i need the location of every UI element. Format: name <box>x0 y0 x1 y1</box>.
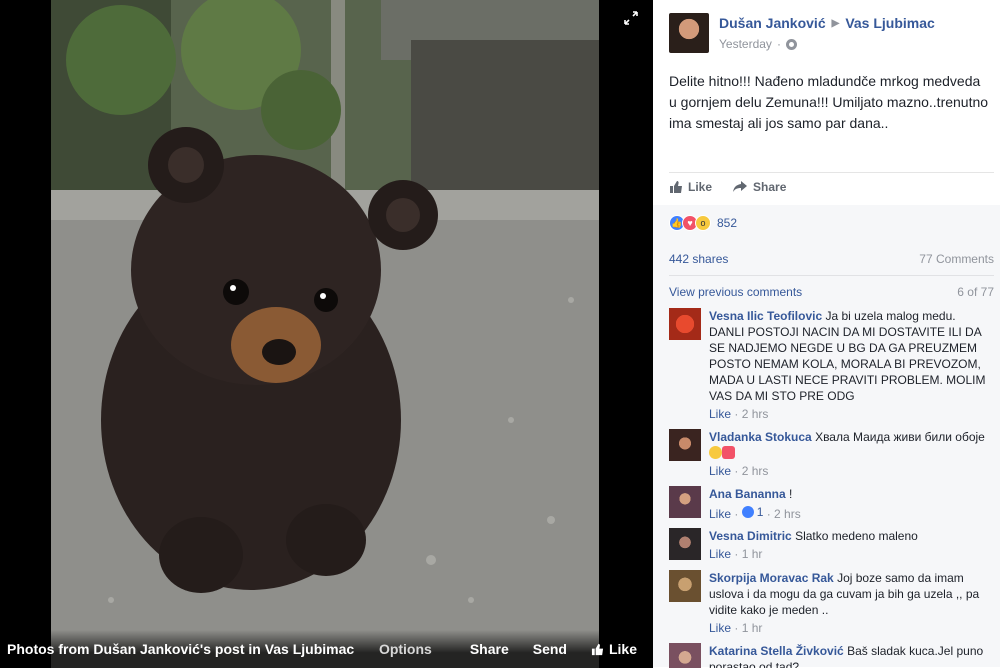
share-button[interactable]: Share <box>470 641 509 657</box>
view-previous-comments-link[interactable]: View previous comments <box>669 285 802 299</box>
avatar[interactable] <box>669 308 701 340</box>
comment-text: Хвала Маида живи били обоје <box>815 430 985 444</box>
avatar[interactable] <box>669 486 701 518</box>
avatar[interactable] <box>669 643 701 668</box>
comment-like-link[interactable]: Like <box>709 407 731 421</box>
comment-like-link[interactable]: Like <box>709 464 731 478</box>
thumbs-up-icon <box>670 181 682 193</box>
group-name[interactable]: Vas Ljubimac <box>845 15 934 31</box>
post-like-label: Like <box>688 180 713 194</box>
avatar[interactable] <box>669 570 701 602</box>
post-time[interactable]: Yesterday <box>719 37 772 51</box>
comment-item: Vladanka Stokuca Хвала Маида живи били о… <box>669 429 987 479</box>
globe-icon[interactable] <box>785 38 797 50</box>
post-panel: Dušan Janković ▶ Vas Ljubimac Yesterday … <box>653 0 1000 668</box>
like-button[interactable]: Like <box>591 641 637 657</box>
photo-actions: Options Share Send Like <box>379 641 637 657</box>
comment-item: Ana Bananna ! Like · 1 · 2 hrs <box>669 486 987 522</box>
comment-like-link[interactable]: Like <box>709 507 731 521</box>
divider <box>669 275 994 276</box>
comment-author[interactable]: Vladanka Stokuca <box>709 430 812 444</box>
comment-author[interactable]: Ana Bananna <box>709 487 786 501</box>
comment-text: ! <box>789 487 793 501</box>
previous-comments-row: View previous comments 6 of 77 <box>669 285 994 299</box>
bear-cub-photo <box>51 0 599 668</box>
divider <box>669 172 994 173</box>
post-like-button[interactable]: Like <box>669 180 712 194</box>
comment-author[interactable]: Vesna Dimitric <box>709 529 792 543</box>
comment-time[interactable]: 2 hrs <box>742 407 769 421</box>
post-photo[interactable] <box>51 0 599 668</box>
comment-time[interactable]: 1 hr <box>742 547 763 561</box>
shares-count[interactable]: 442 shares <box>669 252 728 266</box>
photo-stage: Photos from Dušan Janković's post in Vas… <box>0 0 653 668</box>
post-header: Dušan Janković ▶ Vas Ljubimac Yesterday … <box>669 13 935 53</box>
reaction-count[interactable]: 852 <box>717 216 737 230</box>
comment-author[interactable]: Katarina Stella Živković <box>709 644 844 658</box>
post-share-label: Share <box>753 180 787 194</box>
share-arrow-icon <box>733 181 748 192</box>
like-reaction-icon <box>741 506 754 518</box>
photo-caption[interactable]: Photos from Dušan Janković's post in Vas… <box>7 641 354 657</box>
like-label: Like <box>608 641 637 657</box>
engagement-counts: 442 shares 77 Comments <box>669 252 994 266</box>
comments-count[interactable]: 77 Comments <box>919 252 994 266</box>
comment-time[interactable]: 2 hrs <box>774 507 801 521</box>
comment-time[interactable]: 1 hr <box>742 621 763 635</box>
comment-author[interactable]: Skorpija Moravac Rak <box>709 571 834 585</box>
comment-text: Ja bi uzela malog medu. DANLI POSTOJI NA… <box>709 309 986 403</box>
comment-like-count[interactable]: 1 <box>741 504 763 520</box>
comment-item: Skorpija Moravac Rak Joj boze samo da im… <box>669 570 987 636</box>
arrow-right-icon: ▶ <box>831 17 840 29</box>
post-text: Delite hitno!!! Nađeno mladundče mrkog m… <box>669 73 989 131</box>
author-name[interactable]: Dušan Janković <box>719 15 826 31</box>
feedback-area: 👍 ♥ o 852 442 shares 77 Comments View pr… <box>653 205 1000 668</box>
comment-like-link[interactable]: Like <box>709 547 731 561</box>
comment-item: Vesna Ilic Teofilovic Ja bi uzela malog … <box>669 308 987 422</box>
send-button[interactable]: Send <box>533 641 567 657</box>
reactions-summary[interactable]: 👍 ♥ o 852 <box>669 215 737 231</box>
thumbs-up-icon <box>591 643 604 655</box>
comment-position: 6 of 77 <box>957 285 994 299</box>
comment-like-link[interactable]: Like <box>709 621 731 635</box>
comment-time[interactable]: 2 hrs <box>742 464 769 478</box>
comment-author[interactable]: Vesna Ilic Teofilovic <box>709 309 822 323</box>
post-actions: Like Share <box>669 180 786 194</box>
comment-text: Slatko medeno maleno <box>795 529 918 543</box>
kiss-emoji-icon <box>709 446 722 459</box>
avatar[interactable] <box>669 528 701 560</box>
author-avatar[interactable] <box>669 13 709 53</box>
comment-item: Vesna Dimitric Slatko medeno maleno Like… <box>669 528 987 562</box>
options-button[interactable]: Options <box>379 641 432 657</box>
heart-emoji-icon <box>722 446 735 459</box>
wow-reaction-icon: o <box>695 215 711 231</box>
post-share-button[interactable]: Share <box>732 180 786 194</box>
comment-item: Katarina Stella Živković Baš sladak kuca… <box>669 643 987 668</box>
avatar[interactable] <box>669 429 701 461</box>
expand-icon[interactable] <box>622 9 640 27</box>
